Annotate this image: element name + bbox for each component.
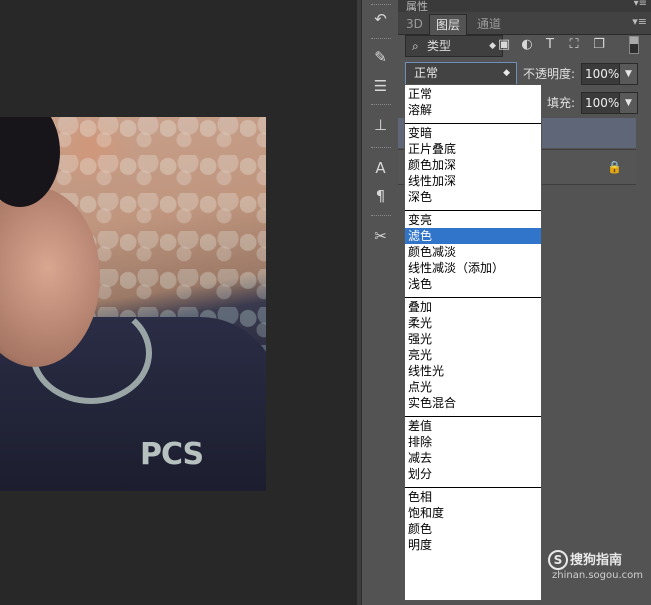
opacity-input[interactable]: 100% bbox=[581, 63, 620, 85]
opacity-label: 不透明度: bbox=[523, 67, 576, 81]
dock-grip[interactable] bbox=[371, 215, 391, 218]
properties-header: 属性 ▾≡ bbox=[398, 0, 651, 13]
filter-toggle-knob bbox=[630, 37, 638, 44]
filter-toggle[interactable] bbox=[629, 36, 639, 54]
shirt-logo-text: PCS bbox=[140, 437, 204, 472]
character-icon[interactable]: A bbox=[368, 157, 393, 179]
blend-option[interactable]: 溶解 bbox=[405, 102, 541, 118]
panel-menu-icon[interactable]: ▾≡ bbox=[634, 0, 647, 9]
blend-mode-select[interactable]: 正常 ◆ bbox=[405, 62, 517, 85]
fill-dropdown-button[interactable]: ▼ bbox=[619, 92, 638, 114]
tab-layers[interactable]: 图层 bbox=[429, 14, 468, 35]
image-filter-icon[interactable]: ▣ bbox=[496, 37, 512, 53]
search-icon: ⌕ bbox=[412, 39, 419, 53]
clone-source-icon[interactable]: ⊥ bbox=[368, 114, 393, 136]
watermark-url: zhinan.sogou.com bbox=[552, 570, 644, 581]
opacity-dropdown-button[interactable]: ▼ bbox=[619, 63, 638, 85]
tools-icon[interactable]: ✂ bbox=[368, 225, 393, 247]
blend-option[interactable]: 叠加 bbox=[405, 299, 541, 315]
panel-tabs: 3D 图层 通道 ▾≡ bbox=[398, 12, 651, 35]
sogou-logo-icon: S bbox=[548, 550, 568, 570]
tab-channels[interactable]: 通道 bbox=[471, 14, 507, 34]
blend-option[interactable]: 强光 bbox=[405, 331, 541, 347]
blend-option[interactable]: 线性光 bbox=[405, 363, 541, 379]
blend-option[interactable]: 线性减淡（添加） bbox=[405, 260, 541, 276]
paragraph-icon[interactable]: ¶ bbox=[368, 185, 393, 207]
chevron-updown-icon: ◆ bbox=[503, 68, 510, 78]
blend-option[interactable]: 明度 bbox=[405, 537, 541, 553]
document-canvas[interactable]: PCS bbox=[0, 0, 357, 605]
lock-icon: 🔒 bbox=[607, 160, 622, 174]
blend-option[interactable]: 柔光 bbox=[405, 315, 541, 331]
blend-option[interactable]: 亮光 bbox=[405, 347, 541, 363]
history-icon[interactable]: ↶ bbox=[368, 8, 393, 30]
filter-label: 类型 bbox=[427, 39, 452, 53]
dock-grip[interactable] bbox=[371, 147, 391, 150]
type-filter-icon[interactable]: T bbox=[542, 37, 558, 53]
blend-group-lighten: 变亮 滤色 颜色减淡 线性减淡（添加） 浅色 bbox=[405, 210, 541, 297]
smart-object-filter-icon[interactable]: ❐ bbox=[591, 37, 607, 53]
shape-filter-icon[interactable]: ⛶ bbox=[566, 37, 582, 53]
blend-option[interactable]: 点光 bbox=[405, 379, 541, 395]
blend-option[interactable]: 线性加深 bbox=[405, 173, 541, 189]
blend-group-overlay: 叠加 柔光 强光 亮光 线性光 点光 实色混合 bbox=[405, 297, 541, 416]
blend-mode-value: 正常 bbox=[414, 66, 439, 80]
dock-grip[interactable] bbox=[371, 4, 391, 7]
chevron-down-icon: ◆ bbox=[489, 41, 496, 51]
blend-option[interactable]: 色相 bbox=[405, 489, 541, 505]
watermark-brand: 搜狗指南 bbox=[570, 553, 623, 568]
brush-presets-icon[interactable]: ✎ bbox=[368, 46, 393, 68]
blend-option[interactable]: 差值 bbox=[405, 418, 541, 434]
blend-group-color: 色相 饱和度 颜色 明度 bbox=[405, 487, 541, 558]
layer-filter-select[interactable]: ⌕ 类型 ◆ bbox=[405, 35, 503, 57]
blend-option[interactable]: 颜色减淡 bbox=[405, 244, 541, 260]
fill-input[interactable]: 100% bbox=[581, 92, 620, 114]
blend-option[interactable]: 深色 bbox=[405, 189, 541, 205]
photo-image: PCS bbox=[0, 117, 266, 491]
blend-option[interactable]: 正常 bbox=[405, 86, 541, 102]
blend-mode-dropdown-list: 正常 溶解 变暗 正片叠底 颜色加深 线性加深 深色 变亮 滤色 颜色减淡 线性… bbox=[404, 84, 542, 601]
fill-label: 填充: bbox=[547, 96, 576, 110]
dock-grip[interactable] bbox=[371, 38, 391, 41]
blend-option[interactable]: 浅色 bbox=[405, 276, 541, 292]
blend-option[interactable]: 变暗 bbox=[405, 125, 541, 141]
tabs-menu-icon[interactable]: ▾≡ bbox=[632, 15, 647, 28]
blend-option[interactable]: 实色混合 bbox=[405, 395, 541, 411]
blend-group-normal: 正常 溶解 bbox=[405, 85, 541, 123]
dock-grip[interactable] bbox=[371, 104, 391, 107]
blend-option[interactable]: 颜色 bbox=[405, 521, 541, 537]
blend-option[interactable]: 划分 bbox=[405, 466, 541, 482]
adjust-icon[interactable]: ☰ bbox=[368, 75, 393, 97]
blend-option[interactable]: 排除 bbox=[405, 434, 541, 450]
tab-3d[interactable]: 3D bbox=[400, 14, 429, 34]
blend-option-selected[interactable]: 滤色 bbox=[405, 228, 541, 244]
blend-option[interactable]: 变亮 bbox=[405, 212, 541, 228]
blend-option[interactable]: 饱和度 bbox=[405, 505, 541, 521]
adjustment-filter-icon[interactable]: ◐ bbox=[519, 37, 535, 53]
blend-option[interactable]: 颜色加深 bbox=[405, 157, 541, 173]
blend-group-difference: 差值 排除 减去 划分 bbox=[405, 416, 541, 487]
blend-option[interactable]: 正片叠底 bbox=[405, 141, 541, 157]
sogou-watermark: S 搜狗指南 zhinan.sogou.com bbox=[548, 549, 643, 581]
blend-group-darken: 变暗 正片叠底 颜色加深 线性加深 深色 bbox=[405, 123, 541, 210]
panel-dock-toolbar: ↶ ✎ ☰ ⊥ A ¶ ✂ bbox=[361, 0, 400, 605]
blend-option[interactable]: 减去 bbox=[405, 450, 541, 466]
